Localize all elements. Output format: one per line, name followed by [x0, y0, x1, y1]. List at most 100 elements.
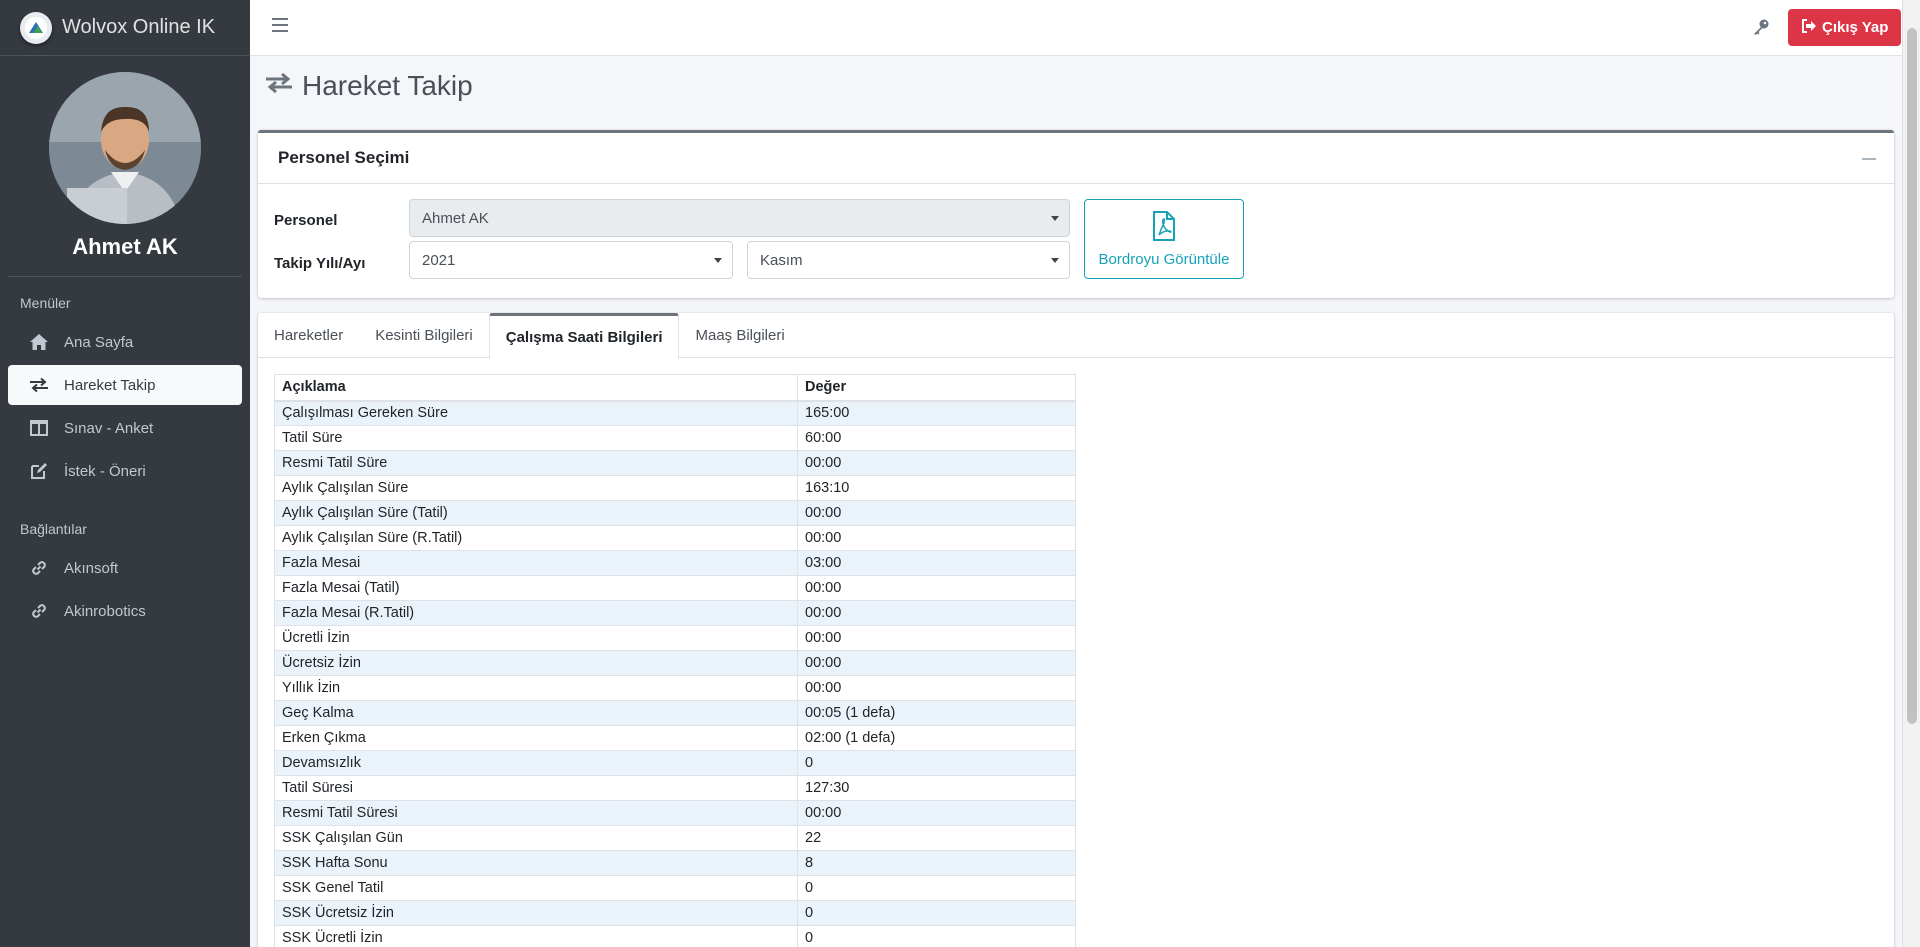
row-description: Aylık Çalışılan Süre	[274, 475, 798, 501]
edit-icon	[28, 462, 50, 480]
row-value: 165:00	[797, 400, 1076, 426]
row-value: 8	[797, 850, 1076, 876]
link-icon	[28, 559, 50, 577]
sidebar-item-akinsoft[interactable]: Akınsoft	[8, 548, 242, 588]
sidebar-item-akinrobotics[interactable]: Akinrobotics	[8, 591, 242, 631]
sidebar-item-ana-sayfa[interactable]: Ana Sayfa	[8, 322, 242, 362]
row-value: 00:00	[797, 600, 1076, 626]
month-select[interactable]: Kasım	[747, 241, 1070, 279]
sidebar-item-label: Ana Sayfa	[64, 333, 134, 351]
table-row: Aylık Çalışılan Süre (Tatil) 00:00	[274, 500, 1076, 526]
topbar: Çıkış Yap	[250, 0, 1902, 56]
row-value: 60:00	[797, 425, 1076, 451]
personel-select[interactable]: Ahmet AK	[409, 199, 1070, 237]
page-title-text: Hareket Takip	[302, 70, 473, 101]
table-row: Fazla Mesai (R.Tatil) 00:00	[274, 600, 1076, 626]
sign-out-icon	[1801, 18, 1817, 37]
sidebar-item-sinav-anket[interactable]: Sınav - Anket	[8, 408, 242, 448]
row-value: 0	[797, 750, 1076, 776]
table-row: SSK Çalışılan Gün 22	[274, 825, 1076, 851]
tab-calisma-saati-bilgileri[interactable]: Çalışma Saati Bilgileri	[488, 313, 680, 359]
row-value: 00:00	[797, 625, 1076, 651]
row-description: Ücretli İzin	[274, 625, 798, 651]
row-description: SSK Hafta Sonu	[274, 850, 798, 876]
row-description: Geç Kalma	[274, 700, 798, 726]
row-value: 02:00 (1 defa)	[797, 725, 1076, 751]
personel-select-value: Ahmet AK	[422, 209, 489, 227]
row-description: Resmi Tatil Süre	[274, 450, 798, 476]
table-row: Devamsızlık 0	[274, 750, 1076, 776]
table-header-row: Açıklama Değer	[274, 374, 1076, 402]
period-label: Takip Yılı/Ayı	[274, 255, 366, 272]
page-scrollbar[interactable]	[1902, 0, 1920, 947]
menu-toggle-icon[interactable]	[272, 18, 288, 32]
row-value: 00:00	[797, 500, 1076, 526]
card-header: Personel Seçimi	[258, 133, 1894, 184]
table-row: Tatil Süresi 127:30	[274, 775, 1076, 801]
view-payroll-button[interactable]: Bordroyu Görüntüle	[1084, 199, 1244, 279]
exchange-icon	[264, 70, 294, 102]
sidebar-item-istek-oneri[interactable]: İstek - Öneri	[8, 451, 242, 491]
row-value: 00:00	[797, 675, 1076, 701]
table-row: Geç Kalma 00:05 (1 defa)	[274, 700, 1076, 726]
tab-hareketler[interactable]: Hareketler	[258, 313, 359, 358]
year-select[interactable]: 2021	[409, 241, 733, 279]
tab-maas-bilgileri[interactable]: Maaş Bilgileri	[679, 313, 800, 358]
columns-icon	[28, 419, 50, 437]
row-description: Tatil Süresi	[274, 775, 798, 801]
working-hours-table: Açıklama Değer Çalışılması Gereken Süre 1…	[274, 374, 1076, 947]
row-value: 00:00	[797, 800, 1076, 826]
table-row: Ücretsiz İzin 00:00	[274, 650, 1076, 676]
link-icon	[28, 602, 50, 620]
sidebar-item-label: İstek - Öneri	[64, 462, 146, 480]
table-row: Aylık Çalışılan Süre 163:10	[274, 475, 1076, 501]
pdf-file-icon	[1152, 210, 1176, 245]
row-value: 22	[797, 825, 1076, 851]
row-value: 03:00	[797, 550, 1076, 576]
table-row: Ücretli İzin 00:00	[274, 625, 1076, 651]
row-value: 00:00	[797, 525, 1076, 551]
table-row: Erken Çıkma 02:00 (1 defa)	[274, 725, 1076, 751]
table-row: SSK Hafta Sonu 8	[274, 850, 1076, 876]
collapse-icon[interactable]	[1862, 158, 1876, 160]
brand-logo-icon	[20, 11, 52, 44]
user-name: Ahmet AK	[72, 234, 178, 259]
row-description: Devamsızlık	[274, 750, 798, 776]
table-row: SSK Ücretsiz İzin 0	[274, 900, 1076, 926]
sidebar-item-hareket-takip[interactable]: Hareket Takip	[8, 365, 242, 405]
avatar	[49, 72, 201, 224]
table-row: Resmi Tatil Süresi 00:00	[274, 800, 1076, 826]
table-row: Yıllık İzin 00:00	[274, 675, 1076, 701]
chevron-down-icon	[714, 258, 722, 263]
personel-label: Personel	[274, 212, 338, 229]
sidebar-item-label: Sınav - Anket	[64, 419, 154, 437]
key-icon[interactable]	[1752, 18, 1770, 40]
sidebar-item-label: Akınsoft	[64, 559, 119, 577]
row-description: SSK Çalışılan Gün	[274, 825, 798, 851]
table-row: SSK Ücretli İzin 0	[274, 925, 1076, 947]
row-description: Çalışılması Gereken Süre	[274, 400, 798, 426]
table-row: Resmi Tatil Süre 00:00	[274, 450, 1076, 476]
scrollbar-thumb[interactable]	[1907, 28, 1917, 724]
view-payroll-label: Bordroyu Görüntüle	[1098, 250, 1230, 268]
row-value: 00:00	[797, 650, 1076, 676]
row-description: Aylık Çalışılan Süre (Tatil)	[274, 500, 798, 526]
tab-bar: Hareketler Kesinti Bilgileri Çalışma Saa…	[258, 313, 1894, 359]
links-header: Bağlantılar	[20, 521, 87, 537]
personnel-selection-card: Personel Seçimi Personel Ahmet AK Takip …	[258, 130, 1894, 298]
row-description: SSK Ücretsiz İzin	[274, 900, 798, 926]
chevron-down-icon	[1051, 216, 1059, 221]
row-value: 00:05 (1 defa)	[797, 700, 1076, 726]
logout-button[interactable]: Çıkış Yap	[1788, 9, 1902, 46]
tab-kesinti-bilgileri[interactable]: Kesinti Bilgileri	[359, 313, 489, 358]
row-description: Ücretsiz İzin	[274, 650, 798, 676]
brand-name: Wolvox Online IK	[62, 16, 216, 38]
year-select-value: 2021	[422, 251, 456, 269]
home-icon	[28, 333, 50, 351]
user-panel: Ahmet AK	[8, 56, 242, 277]
column-header-deger: Değer	[797, 374, 1076, 402]
brand[interactable]: Wolvox Online IK	[0, 0, 250, 56]
row-value: 00:00	[797, 450, 1076, 476]
row-description: SSK Genel Tatil	[274, 875, 798, 901]
month-select-value: Kasım	[760, 251, 803, 269]
